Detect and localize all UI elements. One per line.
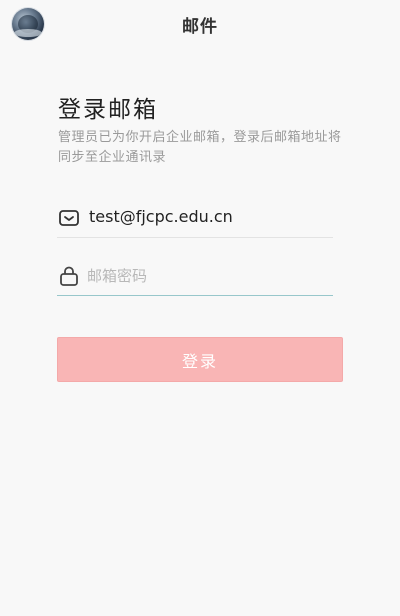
lock-icon bbox=[57, 264, 81, 288]
login-subtitle: 管理员已为你开启企业邮箱，登录后邮箱地址将同步至企业通讯录 bbox=[58, 130, 342, 165]
email-value[interactable]: test@fjcpc.edu.cn bbox=[89, 207, 233, 226]
mail-icon bbox=[57, 206, 81, 230]
email-field[interactable]: test@fjcpc.edu.cn bbox=[57, 198, 333, 238]
login-button[interactable]: 登录 bbox=[57, 337, 343, 382]
login-title: 登录邮箱 bbox=[58, 97, 158, 123]
app-screen: 邮件 登录邮箱 管理员已为你开启企业邮箱，登录后邮箱地址将同步至企业通讯录 te… bbox=[0, 0, 400, 616]
password-field[interactable] bbox=[57, 256, 333, 296]
top-bar: 邮件 bbox=[0, 0, 400, 48]
page-header-title: 邮件 bbox=[182, 17, 218, 37]
password-input[interactable] bbox=[87, 262, 327, 290]
